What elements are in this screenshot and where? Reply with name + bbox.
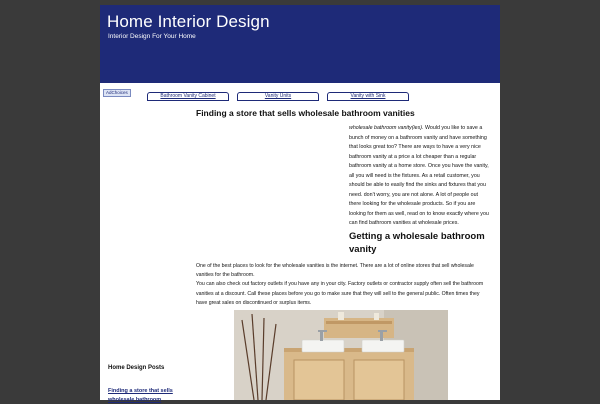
- sidebar-heading: Home Design Posts: [108, 365, 165, 371]
- sidebar-post-link[interactable]: Finding a store that sells wholesale bat…: [108, 387, 188, 404]
- site-header: Home Interior Design Interior Design For…: [100, 5, 500, 83]
- ad-link-vanity-with-sink[interactable]: Vanity with Sink: [327, 92, 409, 101]
- intro-keyword: wholesale bathroom vanity(ies).: [349, 125, 424, 131]
- ad-link-vanity-units[interactable]: Vanity Units: [237, 92, 319, 101]
- bathroom-vanity-photo: [234, 310, 448, 400]
- intro-text: Would you like to save a bunch of money …: [349, 125, 489, 226]
- article-body: One of the best places to look for the w…: [196, 262, 492, 308]
- ad-link-bathroom-vanity-cabinet[interactable]: Bathroom Vanity Cabinet: [147, 92, 229, 101]
- body-paragraph-2: You can also check out factory outlets i…: [196, 281, 484, 306]
- adchoices-badge[interactable]: AdChoices: [103, 89, 131, 97]
- site-title[interactable]: Home Interior Design: [107, 12, 270, 32]
- article-intro: wholesale bathroom vanity(ies). Would yo…: [349, 124, 491, 229]
- ad-link-bar: AdChoices Bathroom Vanity Cabinet Vanity…: [100, 87, 500, 101]
- site-tagline: Interior Design For Your Home: [108, 33, 196, 40]
- article-title: Finding a store that sells wholesale bat…: [196, 108, 415, 118]
- section-heading: Getting a wholesale bathroom vanity: [349, 231, 485, 255]
- page-container: Home Interior Design Interior Design For…: [100, 5, 500, 403]
- body-paragraph-1: One of the best places to look for the w…: [196, 263, 474, 279]
